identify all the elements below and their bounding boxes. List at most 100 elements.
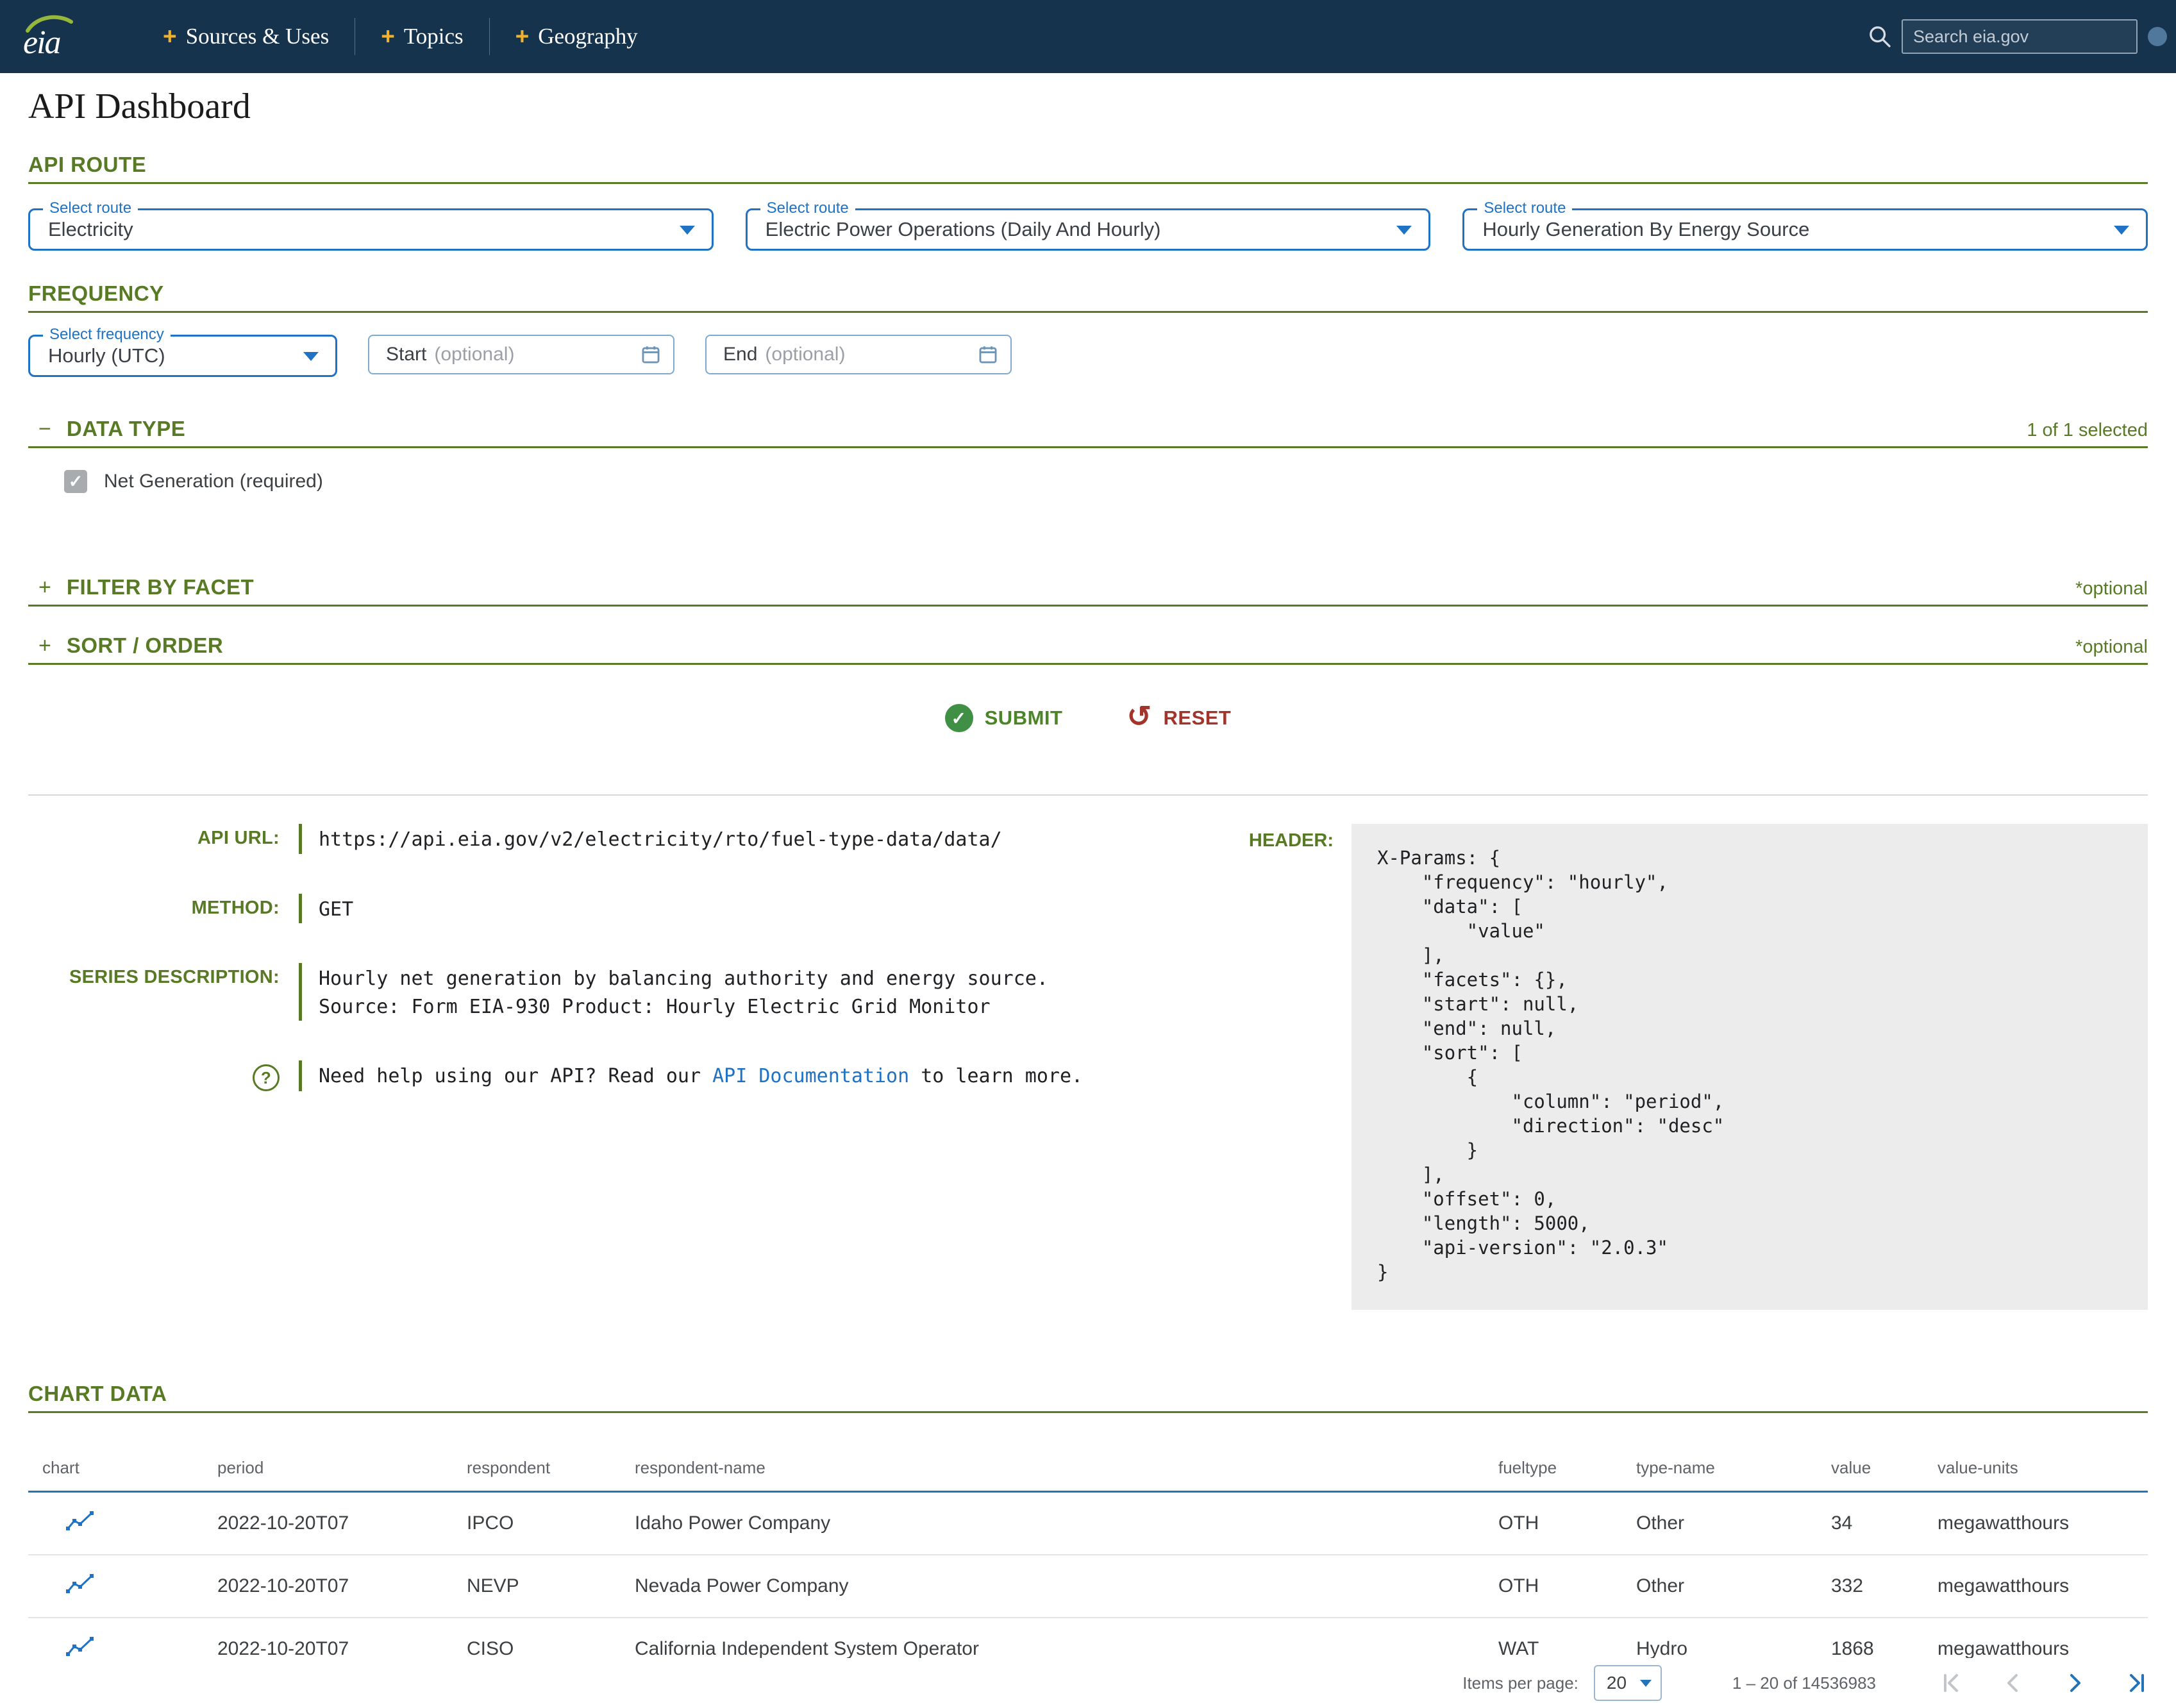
nav-item-topics[interactable]: + Topics bbox=[355, 18, 489, 55]
cell-type-name: Other bbox=[1636, 1555, 1831, 1618]
api-url-value: https://api.eia.gov/v2/electricity/rto/f… bbox=[319, 824, 1002, 854]
calendar-icon[interactable] bbox=[640, 344, 662, 365]
reset-button[interactable]: ↺ RESET bbox=[1126, 703, 1231, 733]
cell-respondent-name: Nevada Power Company bbox=[635, 1555, 1498, 1618]
api-documentation-link[interactable]: API Documentation bbox=[712, 1065, 909, 1087]
header-payload: X-Params: { "frequency": "hourly", "data… bbox=[1377, 846, 2122, 1284]
column-header-period: period bbox=[217, 1458, 467, 1492]
cell-period: 2022-10-20T07 bbox=[217, 1555, 467, 1618]
calendar-icon[interactable] bbox=[977, 344, 999, 365]
series-description-row: SERIES DESCRIPTION: Hourly net generatio… bbox=[28, 963, 1205, 1021]
last-page-icon[interactable] bbox=[2122, 1669, 2150, 1697]
sort-order-section: + SORT / ORDER *optional bbox=[28, 633, 2148, 665]
select-value: Hourly Generation By Energy Source bbox=[1482, 218, 1809, 241]
nav-item-geography[interactable]: + Geography bbox=[489, 18, 664, 55]
paginator-bar: Items per page: 20 1 – 20 of 14536983 bbox=[0, 1658, 2176, 1708]
optional-note: *optional bbox=[2075, 637, 2148, 658]
green-bar bbox=[299, 1060, 302, 1091]
items-per-page-label: Items per page: bbox=[1462, 1673, 1578, 1693]
end-date-placeholder: (optional) bbox=[765, 344, 845, 365]
cell-value: 332 bbox=[1831, 1555, 1937, 1618]
table-row: 2022-10-20T07 NEVP Nevada Power Company … bbox=[28, 1555, 2148, 1618]
page-range-label: 1 – 20 of 14536983 bbox=[1732, 1673, 1876, 1693]
expand-icon[interactable]: + bbox=[38, 576, 51, 598]
page-title: API Dashboard bbox=[28, 86, 2148, 127]
eia-logo[interactable]: eia bbox=[23, 13, 73, 60]
optional-note: *optional bbox=[2075, 578, 2148, 599]
section-rule bbox=[28, 1411, 2148, 1413]
plus-icon: + bbox=[515, 23, 530, 50]
chevron-down-icon bbox=[2114, 226, 2129, 235]
previous-page-icon[interactable] bbox=[1999, 1669, 2027, 1697]
cell-value-units: megawatthours bbox=[1937, 1492, 2148, 1555]
main-content: API Dashboard API ROUTE Select route Ele… bbox=[0, 86, 2176, 1681]
section-rule bbox=[28, 311, 2148, 313]
expand-icon[interactable]: + bbox=[38, 635, 51, 657]
end-date-field[interactable]: End (optional) bbox=[705, 335, 1012, 374]
green-bar bbox=[299, 824, 302, 854]
help-text: Need help using our API? Read our API Do… bbox=[319, 1060, 1083, 1091]
search-area bbox=[1867, 19, 2148, 54]
nav-item-label: Geography bbox=[538, 24, 638, 49]
chevron-down-icon bbox=[1640, 1680, 1652, 1687]
cell-type-name: Other bbox=[1636, 1492, 1831, 1555]
cell-value-units: megawatthours bbox=[1937, 1555, 2148, 1618]
green-bar bbox=[299, 963, 302, 1021]
method-label: METHOD: bbox=[28, 894, 280, 924]
route-select-1[interactable]: Select route Electricity bbox=[28, 208, 714, 251]
chart-line-icon[interactable] bbox=[65, 1509, 95, 1532]
cell-period: 2022-10-20T07 bbox=[217, 1492, 467, 1555]
section-title-sort-order: SORT / ORDER bbox=[67, 633, 223, 658]
chart-line-icon[interactable] bbox=[65, 1572, 95, 1595]
route-select-2[interactable]: Select route Electric Power Operations (… bbox=[746, 208, 1431, 251]
frequency-section: FREQUENCY Select frequency Hourly (UTC) … bbox=[28, 281, 2148, 377]
column-header-respondent-name: respondent-name bbox=[635, 1458, 1498, 1492]
help-row: ? Need help using our API? Read our API … bbox=[28, 1060, 1205, 1091]
api-url-label: API URL: bbox=[28, 824, 280, 854]
select-label: Select route bbox=[760, 199, 855, 217]
table-header-row: chart period respondent respondent-name … bbox=[28, 1458, 2148, 1492]
pager-controls bbox=[1937, 1669, 2150, 1697]
search-input[interactable] bbox=[1902, 19, 2138, 54]
cell-respondent-name: Idaho Power Company bbox=[635, 1492, 1498, 1555]
checkbox-checked-icon[interactable]: ✓ bbox=[64, 470, 87, 493]
nav-item-label: Sources & Uses bbox=[186, 24, 330, 49]
next-page-icon[interactable] bbox=[2061, 1669, 2089, 1697]
method-value: GET bbox=[319, 894, 353, 924]
chart-cell bbox=[28, 1555, 217, 1618]
select-label: Select route bbox=[43, 199, 138, 217]
api-info-left: API URL: https://api.eia.gov/v2/electric… bbox=[28, 824, 1205, 1131]
nav-item-sources-uses[interactable]: + Sources & Uses bbox=[137, 18, 355, 55]
form-actions: ✓ SUBMIT ↺ RESET bbox=[28, 703, 2148, 733]
chart-line-icon[interactable] bbox=[65, 1635, 95, 1658]
green-bar bbox=[299, 894, 302, 924]
chart-data-table: chart period respondent respondent-name … bbox=[28, 1458, 2148, 1681]
main-nav: + Sources & Uses + Topics + Geography bbox=[137, 0, 664, 73]
series-description-value: Hourly net generation by balancing autho… bbox=[319, 963, 1048, 1021]
data-type-section: − DATA TYPE 1 of 1 selected ✓ Net Genera… bbox=[28, 417, 2148, 493]
method-row: METHOD: GET bbox=[28, 894, 1205, 924]
content-divider bbox=[28, 794, 2148, 796]
first-page-icon[interactable] bbox=[1937, 1669, 1966, 1697]
section-title-api-route: API ROUTE bbox=[28, 153, 146, 177]
help-label-cell: ? bbox=[28, 1060, 280, 1091]
collapse-icon[interactable]: − bbox=[38, 418, 51, 440]
items-per-page-select[interactable]: 20 bbox=[1594, 1665, 1662, 1701]
start-date-placeholder: (optional) bbox=[434, 344, 514, 365]
submit-button[interactable]: ✓ SUBMIT bbox=[945, 704, 1063, 732]
plus-icon: + bbox=[381, 23, 395, 50]
start-date-field[interactable]: Start (optional) bbox=[368, 335, 674, 374]
column-header-chart: chart bbox=[28, 1458, 217, 1492]
floating-widget-icon[interactable] bbox=[2148, 27, 2167, 46]
help-circle-icon[interactable]: ? bbox=[253, 1064, 280, 1091]
section-title-frequency: FREQUENCY bbox=[28, 281, 164, 306]
frequency-select[interactable]: Select frequency Hourly (UTC) bbox=[28, 335, 337, 377]
description-line-1: Hourly net generation by balancing autho… bbox=[319, 965, 1048, 993]
top-navbar: eia + Sources & Uses + Topics + Geograph… bbox=[0, 0, 2176, 73]
cell-fueltype: OTH bbox=[1498, 1492, 1636, 1555]
column-header-value: value bbox=[1831, 1458, 1937, 1492]
select-value: Electric Power Operations (Daily And Hou… bbox=[766, 218, 1161, 241]
search-icon[interactable] bbox=[1867, 24, 1893, 49]
route-select-3[interactable]: Select route Hourly Generation By Energy… bbox=[1462, 208, 2148, 251]
net-generation-checkbox-row[interactable]: ✓ Net Generation (required) bbox=[64, 470, 2148, 493]
